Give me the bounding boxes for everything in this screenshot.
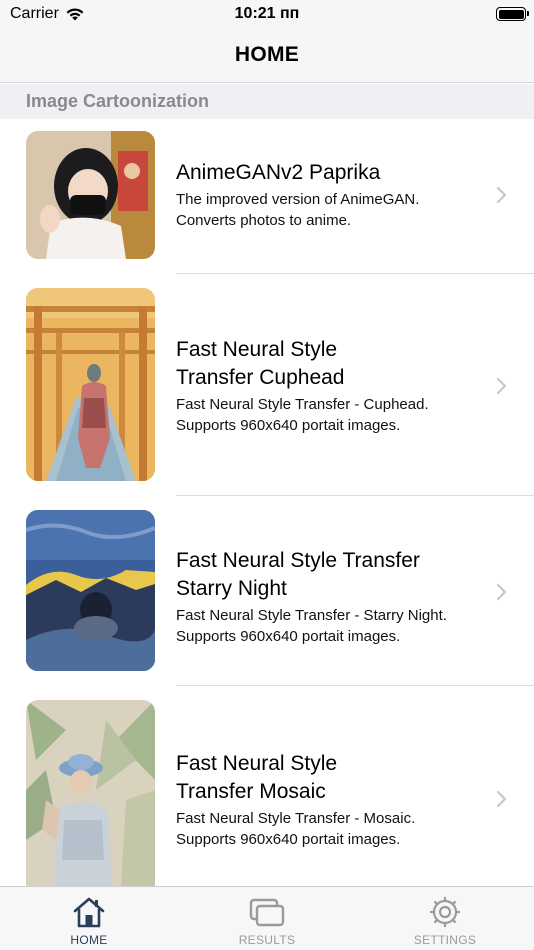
thumbnail-image: [26, 700, 155, 886]
tab-bar: HOME RESULTS SETTINGS: [0, 886, 534, 950]
section-title: Image Cartoonization: [26, 91, 210, 111]
tab-results[interactable]: RESULTS: [178, 887, 356, 950]
item-description: Fast Neural Style Transfer - Starry Nigh…: [176, 605, 486, 647]
item-description: The improved version of AnimeGAN. Conver…: [176, 189, 486, 231]
home-icon: [71, 895, 107, 929]
tab-settings[interactable]: SETTINGS: [356, 887, 534, 950]
section-header: Image Cartoonization: [0, 84, 534, 119]
item-text: Fast Neural Style Transfer Mosaic Fast N…: [176, 750, 486, 850]
item-description-line: Supports 960x640 portait images.: [176, 831, 401, 848]
item-title-line: AnimeGANv2 Paprika: [176, 161, 381, 184]
tab-settings-label: SETTINGS: [413, 933, 477, 947]
item-title: Fast Neural Style Transfer Mosaic: [176, 750, 486, 806]
chevron-right-icon: [496, 583, 508, 601]
tab-home-label: HOME: [70, 933, 108, 947]
tab-home[interactable]: HOME: [0, 887, 178, 950]
thumbnail-image: [26, 288, 155, 481]
item-title-line: Transfer Cuphead: [176, 366, 345, 389]
chevron-right-icon: [496, 790, 508, 808]
item-title: Fast Neural Style Transfer Starry Night: [176, 547, 486, 603]
status-time: 10:21 пп: [234, 5, 300, 22]
item-description: Fast Neural Style Transfer - Cuphead. Su…: [176, 394, 486, 436]
chevron-right-icon: [496, 377, 508, 395]
list-item[interactable]: Fast Neural Style Transfer Mosaic Fast N…: [0, 686, 534, 886]
thumbnail-image: [26, 510, 155, 671]
navigation-bar: HOME: [0, 30, 534, 83]
battery-icon: [496, 7, 529, 21]
item-title: Fast Neural Style Transfer Cuphead: [176, 336, 486, 392]
list-item[interactable]: Fast Neural Style Transfer Starry Night …: [0, 496, 534, 686]
item-title-line: Fast Neural Style: [176, 752, 338, 775]
item-title-line: Fast Neural Style Transfer: [176, 549, 420, 572]
item-title-line: Transfer Mosaic: [176, 780, 326, 803]
item-description-line: The improved version of AnimeGAN.: [176, 191, 420, 208]
chevron-right-icon: [496, 186, 508, 204]
item-description-line: Supports 960x640 portait images.: [176, 417, 401, 434]
item-text: Fast Neural Style Transfer Starry Night …: [176, 547, 486, 647]
item-title-line: Fast Neural Style: [176, 338, 338, 361]
item-title-line: Starry Night: [176, 577, 287, 600]
item-description-line: Fast Neural Style Transfer - Starry Nigh…: [176, 607, 447, 624]
list-item[interactable]: Fast Neural Style Transfer Cuphead Fast …: [0, 274, 534, 496]
status-bar: Carrier 10:21 пп: [0, 0, 534, 30]
page-title: HOME: [234, 43, 300, 66]
settings-icon: [427, 895, 463, 929]
item-description-line: Supports 960x640 portait images.: [176, 628, 401, 645]
thumbnail-image: [26, 131, 155, 259]
item-description: Fast Neural Style Transfer - Mosaic. Sup…: [176, 808, 486, 850]
item-text: Fast Neural Style Transfer Cuphead Fast …: [176, 336, 486, 436]
item-text: AnimeGANv2 Paprika The improved version …: [176, 159, 486, 231]
tab-results-label: RESULTS: [238, 933, 296, 947]
results-icon: [249, 895, 285, 929]
item-description-line: Converts photos to anime.: [176, 212, 352, 229]
item-description-line: Fast Neural Style Transfer - Mosaic.: [176, 810, 416, 827]
item-description-line: Fast Neural Style Transfer - Cuphead.: [176, 396, 429, 413]
item-title: AnimeGANv2 Paprika: [176, 159, 486, 187]
list-item[interactable]: AnimeGANv2 Paprika The improved version …: [0, 119, 534, 274]
